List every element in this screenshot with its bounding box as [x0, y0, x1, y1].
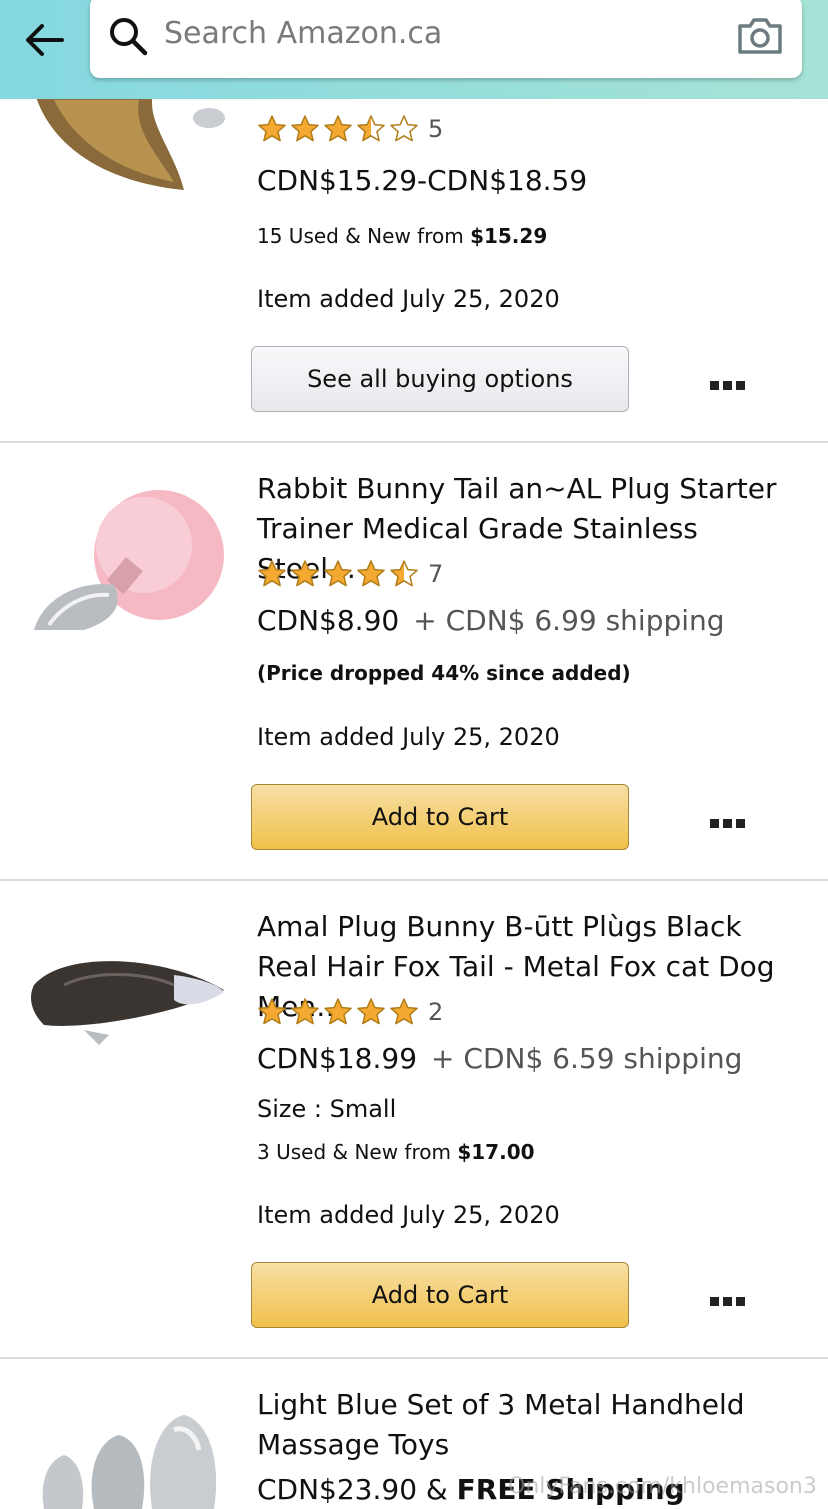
camera-icon[interactable] — [736, 14, 784, 56]
more-options-icon[interactable] — [710, 1291, 750, 1306]
rating-count: 5 — [428, 115, 444, 143]
star-icon — [291, 998, 319, 1025]
watermark: OnlyFans.com/khloemason3 — [508, 1474, 817, 1499]
offers-text[interactable]: 3 Used & New from $17.00 — [257, 1140, 535, 1164]
price: CDN$8.90 + CDN$ 6.99 shipping — [257, 604, 725, 637]
price-drop-note: (Price dropped 44% since added) — [257, 661, 631, 685]
divider — [0, 1357, 828, 1359]
product-image[interactable] — [24, 90, 234, 205]
product-image[interactable] — [24, 930, 234, 1060]
star-icon — [324, 998, 352, 1025]
size-label: Size : Small — [257, 1095, 397, 1123]
star-rating[interactable]: 2 — [257, 997, 443, 1027]
price: CDN$18.99 + CDN$ 6.59 shipping — [257, 1042, 743, 1075]
star-icon — [390, 560, 418, 587]
divider — [0, 441, 828, 443]
add-to-cart-button[interactable]: Add to Cart — [251, 784, 629, 850]
back-arrow-icon[interactable] — [22, 18, 66, 62]
search-icon — [110, 18, 148, 56]
star-rating[interactable]: 5 — [257, 114, 443, 144]
top-bar: Search Amazon.ca — [0, 0, 828, 99]
star-icon — [324, 560, 352, 587]
price: CDN$15.29-CDN$18.59 — [257, 164, 588, 197]
date-added: Item added July 25, 2020 — [257, 1201, 560, 1229]
divider — [0, 879, 828, 881]
star-icon — [324, 115, 352, 142]
star-icon — [357, 115, 385, 142]
product-image[interactable] — [24, 485, 234, 655]
star-icon — [357, 998, 385, 1025]
rating-count: 2 — [428, 998, 444, 1026]
star-icon — [357, 560, 385, 587]
star-icon — [258, 560, 286, 587]
star-icon — [390, 115, 418, 142]
search-bar[interactable]: Search Amazon.ca — [90, 0, 802, 78]
star-icon — [291, 560, 319, 587]
more-options-icon[interactable] — [710, 375, 750, 390]
product-image[interactable] — [24, 1410, 234, 1509]
product-title[interactable]: Light Blue Set of 3 Metal Handheld Massa… — [257, 1385, 802, 1465]
search-placeholder[interactable]: Search Amazon.ca — [164, 16, 442, 51]
star-icon — [258, 115, 286, 142]
add-to-cart-button[interactable]: Add to Cart — [251, 1262, 629, 1328]
star-icon — [390, 998, 418, 1025]
see-buying-options-button[interactable]: See all buying options — [251, 346, 629, 412]
star-rating[interactable]: 7 — [257, 559, 443, 589]
date-added: Item added July 25, 2020 — [257, 723, 560, 751]
star-icon — [291, 115, 319, 142]
date-added: Item added July 25, 2020 — [257, 285, 560, 313]
offers-text[interactable]: 15 Used & New from $15.29 — [257, 224, 547, 248]
star-icon — [258, 998, 286, 1025]
more-options-icon[interactable] — [710, 813, 750, 828]
rating-count: 7 — [428, 560, 444, 588]
